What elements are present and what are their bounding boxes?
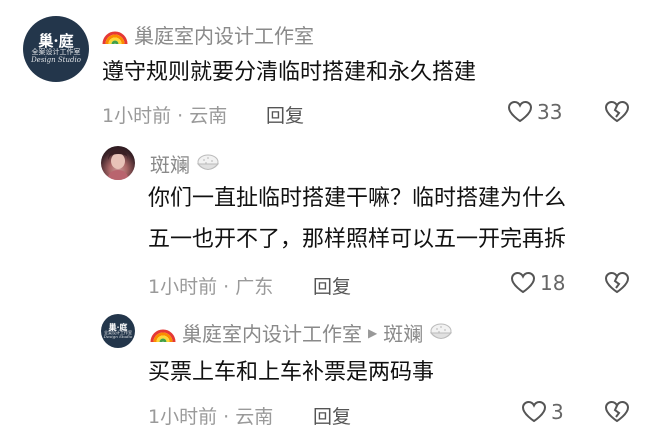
comment-time-location: 1小时前 · 云南 [102,105,228,127]
like-count: 3 [551,400,564,424]
comment-text-line: 五一也开不了，那样照样可以五一开完再拆 [148,227,567,252]
rainbow-icon [150,329,176,342]
comment-text: 遵守规则就要分清临时搭建和永久搭建 [102,60,477,85]
reply-button[interactable]: 回复 [313,272,351,299]
heart-icon [507,100,533,123]
person-avatar-image [107,149,129,180]
like-button[interactable]: 18 [510,271,565,295]
comment-author[interactable]: 巢庭室内设计工作室 ▶ 斑斓 [150,318,453,347]
comment-author[interactable]: 巢庭室内设计工作室 [102,20,314,49]
avatar[interactable]: 巢·庭 全案设计工作室 Design Studio [101,314,135,348]
reply-button[interactable]: 回复 [313,402,351,429]
rice-bowl-icon [430,323,453,339]
like-button[interactable]: 3 [521,400,564,424]
reply-to-name: 斑斓 [383,322,424,346]
broken-heart-icon[interactable] [604,100,630,124]
reply-button[interactable]: 回复 [266,101,304,128]
comment-text: 买票上车和上车补票是两码事 [148,360,435,385]
reply-arrow-icon: ▶ [368,325,378,340]
avatar[interactable] [101,146,135,180]
like-button[interactable]: 33 [507,100,562,124]
like-count: 18 [540,271,566,295]
comment-time-location: 1小时前 · 云南 [148,406,274,428]
comment-text-line: 你们一直扯临时搭建干嘛？临时搭建为什么 [148,186,567,211]
broken-heart-icon[interactable] [604,271,630,295]
avatar[interactable]: 巢·庭 全案设计工作室 Design Studio [23,16,89,82]
rice-bowl-icon [196,154,220,170]
like-count: 33 [537,100,563,124]
heart-icon [510,271,536,294]
heart-icon [521,400,547,423]
comment-time-location: 1小时前 · 广东 [148,276,274,298]
comment-author[interactable]: 斑斓 [150,149,220,178]
rainbow-icon [102,31,128,44]
broken-heart-icon[interactable] [604,400,630,424]
